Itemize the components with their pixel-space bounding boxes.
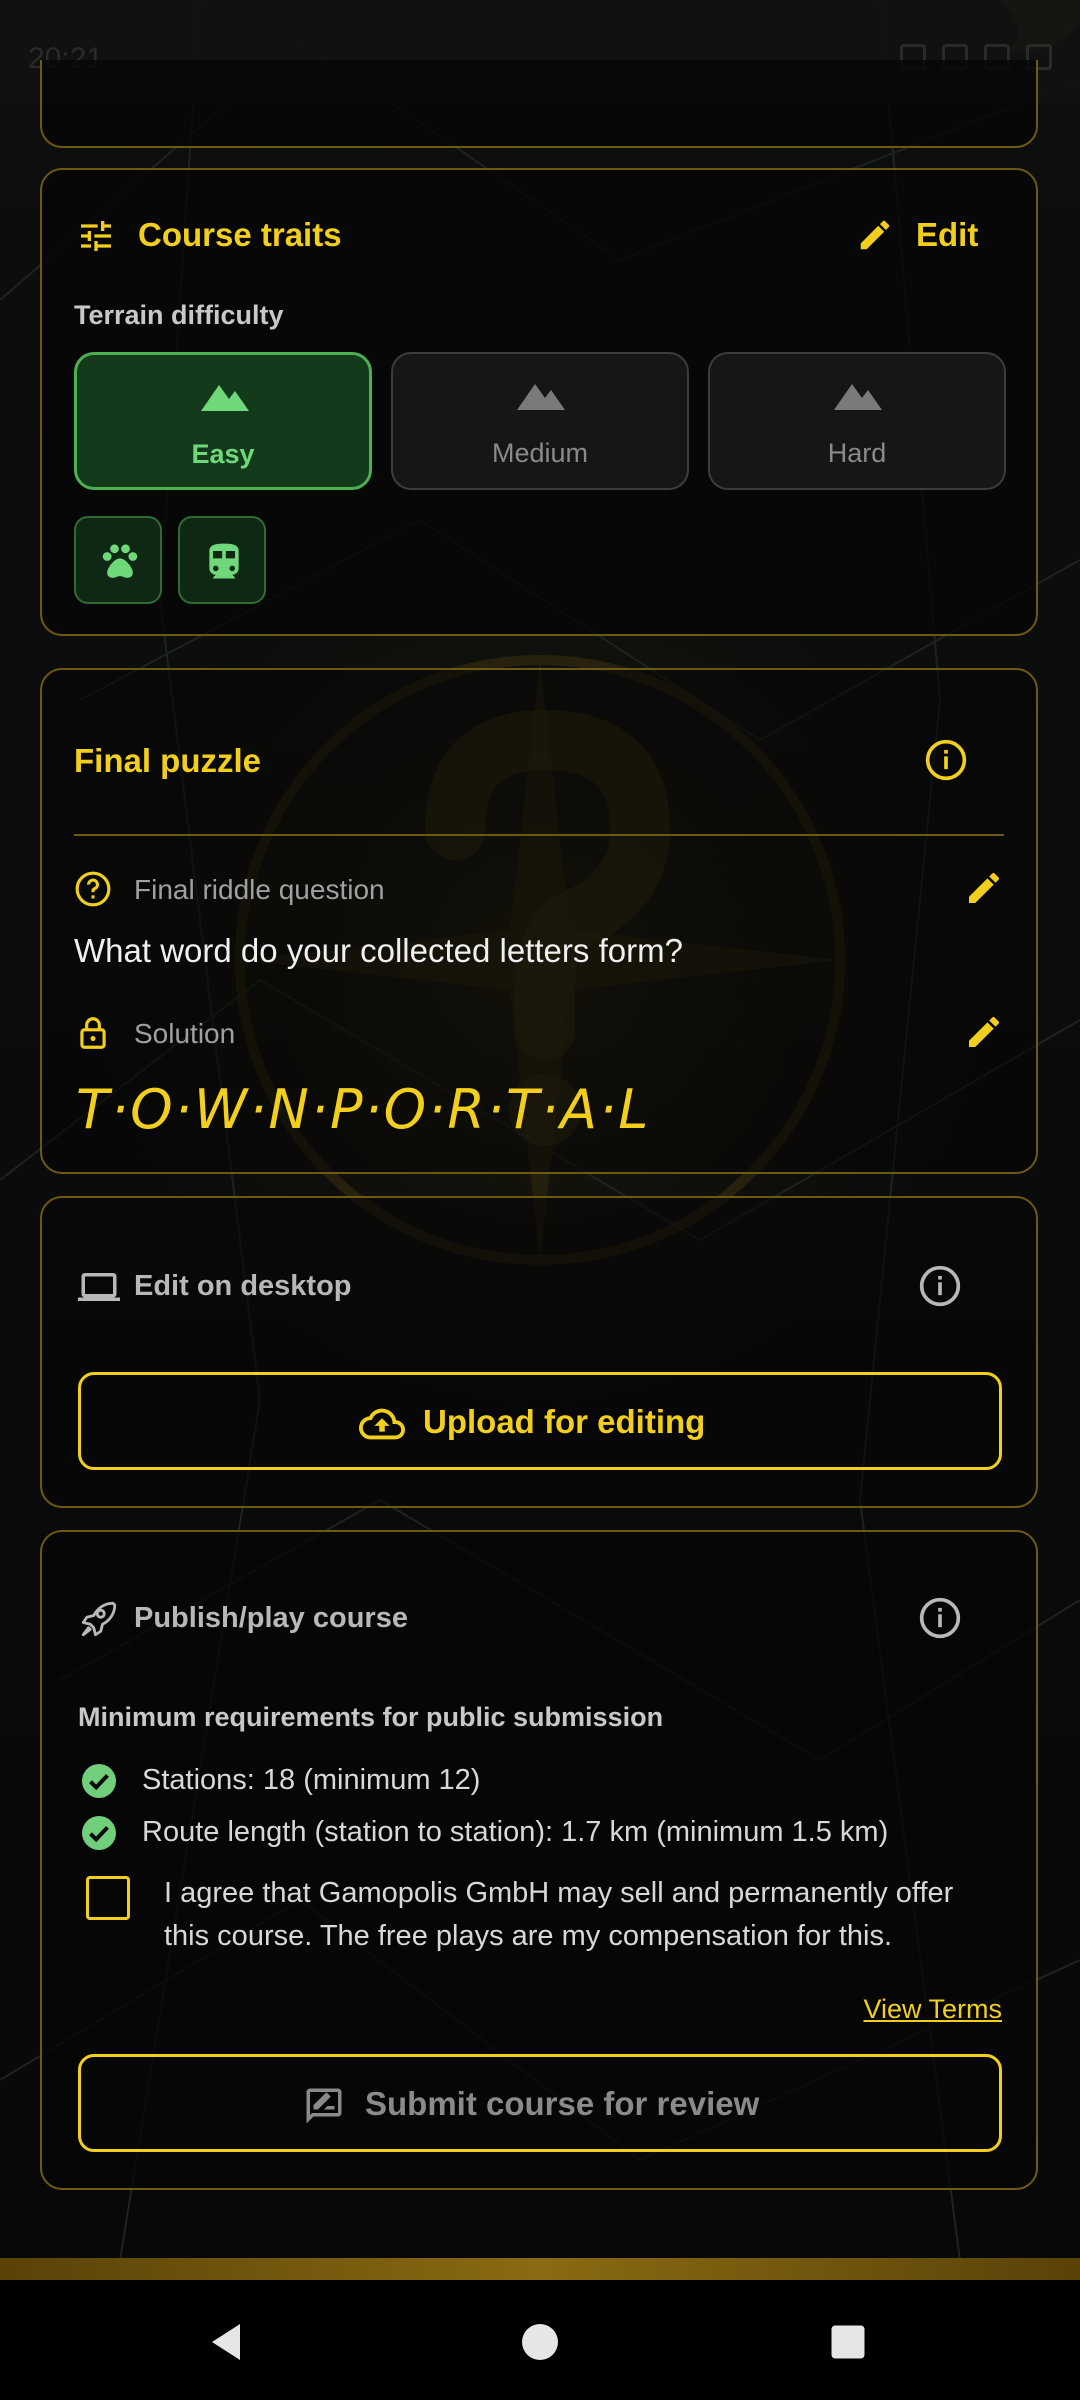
difficulty-medium-label: Medium (491, 438, 589, 468)
mountain-icon (834, 384, 882, 410)
check-icon (82, 1816, 116, 1850)
tune-icon (81, 221, 111, 251)
edit-solution-icon[interactable] (964, 1012, 1004, 1052)
trait-pets-chip[interactable] (74, 516, 162, 604)
requirements-title: Minimum requirements for public submissi… (78, 1702, 664, 1732)
question-label: Final riddle question (134, 874, 385, 905)
publish-card: Publish/play course Minimum requirements… (40, 1530, 1038, 2190)
recents-icon[interactable] (826, 2320, 870, 2364)
home-icon[interactable] (516, 2318, 564, 2366)
rocket-icon (81, 1601, 117, 1637)
rate-review-icon (306, 2088, 342, 2124)
info-icon[interactable] (924, 738, 968, 782)
difficulty-easy-button[interactable]: Easy (74, 352, 372, 490)
pencil-icon (860, 220, 890, 250)
trait-public-transport-chip[interactable] (178, 516, 266, 604)
riddle-question: What word do your collected letters form… (74, 932, 683, 969)
difficulty-medium-button[interactable]: Medium (391, 352, 689, 490)
question-circle-icon (75, 871, 111, 907)
navigation-bar (0, 2280, 1080, 2400)
requirement-route-length: Route length (station to station): 1.7 k… (142, 1816, 889, 1848)
edit-on-desktop-title: Edit on desktop (134, 1270, 352, 1302)
submit-label: Submit course for review (365, 2085, 760, 2122)
divider (74, 834, 1004, 836)
course-traits-card: Course traits Edit Terrain difficulty Ea… (40, 168, 1038, 636)
agree-text: I agree that Gamopolis GmbH may sell and… (164, 1877, 954, 1952)
previous-card (40, 60, 1038, 148)
info-icon[interactable] (918, 1596, 962, 1640)
edit-on-desktop-card: Edit on desktop Upload for editing (40, 1196, 1038, 1508)
check-icon (82, 1764, 116, 1798)
difficulty-easy-label: Easy (191, 439, 255, 469)
difficulty-hard-label: Hard (827, 438, 887, 468)
mountain-icon (201, 385, 249, 411)
mountain-icon (517, 384, 565, 410)
edit-question-icon[interactable] (964, 868, 1004, 908)
terrain-difficulty-label: Terrain difficulty (74, 300, 284, 330)
info-icon[interactable] (918, 1264, 962, 1308)
course-traits-title: Course traits (138, 216, 342, 253)
screen: 20:21 Course traits Edit Terrain difficu… (0, 0, 1080, 2400)
publish-title: Publish/play course (134, 1602, 408, 1634)
solution-label: Solution (134, 1018, 236, 1049)
upload-for-editing-button[interactable]: Upload for editing (78, 1372, 1002, 1470)
train-icon (209, 543, 239, 579)
solution-text: T·O·W·N·P·O·R·T·A·L (76, 1078, 651, 1141)
upload-label: Upload for editing (423, 1403, 706, 1440)
back-icon[interactable] (204, 2318, 252, 2366)
requirement-stations: Stations: 18 (minimum 12) (142, 1764, 481, 1796)
submit-for-review-button[interactable]: Submit course for review (78, 2054, 1002, 2152)
paw-icon (102, 544, 138, 578)
edit-label: Edit (916, 216, 979, 253)
edit-traits-button[interactable]: Edit (856, 210, 986, 260)
final-puzzle-title: Final puzzle (74, 742, 262, 779)
lock-icon (80, 1017, 106, 1049)
final-puzzle-card: Final puzzle Final riddle question What … (40, 668, 1038, 1174)
cloud-upload-icon (359, 1408, 405, 1440)
view-terms-link[interactable]: View Terms (863, 1994, 1002, 2025)
difficulty-hard-button[interactable]: Hard (708, 352, 1006, 490)
agree-checkbox[interactable] (86, 1876, 130, 1920)
bottom-decoration (0, 2258, 1080, 2280)
laptop-icon (78, 1273, 120, 1301)
